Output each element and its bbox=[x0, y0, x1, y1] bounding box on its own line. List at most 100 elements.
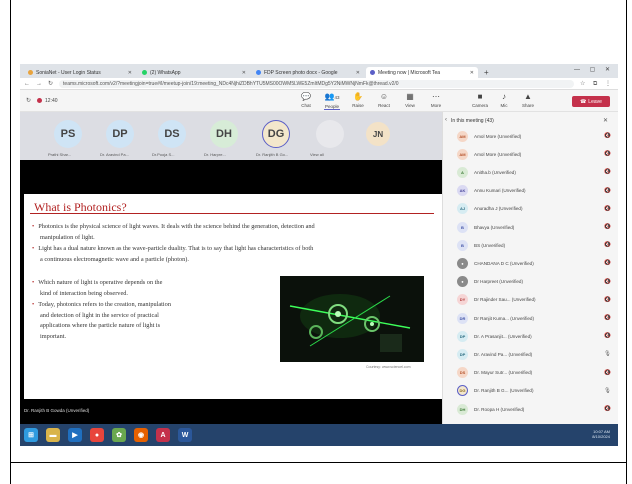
mic-muted-icon[interactable]: 🔇 bbox=[604, 206, 611, 212]
close-icon[interactable]: ✕ bbox=[603, 117, 608, 124]
participant-avatar[interactable]: DG bbox=[262, 120, 290, 148]
start-icon[interactable]: ⊞ bbox=[24, 428, 38, 442]
extension-icons[interactable]: ☆ ⧉ ⋮ bbox=[580, 80, 614, 88]
browser-tab-bar: SoniaNet - User Login Status ✕ (2) WhatsAp… bbox=[20, 64, 618, 78]
reload-icon[interactable]: ↻ bbox=[48, 80, 53, 87]
settings-icon[interactable]: ✿ bbox=[112, 428, 126, 442]
meeting-timer: 12:40 bbox=[45, 97, 58, 104]
react-button[interactable]: ☺ React bbox=[376, 92, 392, 110]
mic-muted-icon[interactable]: 🔇 bbox=[604, 133, 611, 139]
participant-name: Annu Kumari (Unverified) bbox=[474, 188, 526, 194]
more-button[interactable]: ⋯ More bbox=[428, 92, 444, 110]
browser-tab[interactable]: SoniaNet - User Login Status ✕ bbox=[24, 67, 136, 78]
participant-row[interactable]: AM Amol More (Unverified) 🔇 bbox=[457, 130, 615, 142]
bullet-line: • Photonics is the physical science of li… bbox=[32, 222, 440, 233]
slide-bullet: • Which nature of light is operative depe… bbox=[32, 278, 272, 299]
participant-row[interactable]: B Bhavya (Unverified) 🔇 bbox=[457, 221, 615, 233]
participant-avatar[interactable]: PS bbox=[54, 120, 82, 148]
tab-label: SoniaNet - User Login Status bbox=[36, 69, 101, 76]
avatar-name: Dr.Pooja S... bbox=[152, 152, 175, 157]
participant-row[interactable]: A Anitha.b (Unverified) 🔇 bbox=[457, 166, 615, 178]
participant-avatar[interactable]: DS bbox=[158, 120, 186, 148]
file-explorer-icon[interactable]: ▬ bbox=[46, 428, 60, 442]
chat-button[interactable]: 💬 Chat bbox=[298, 92, 314, 110]
raise-button[interactable]: ✋ Raise bbox=[350, 92, 366, 110]
participant-name: Dr. Aravind Pa... (Unverified) bbox=[474, 351, 533, 357]
participant-row[interactable]: AK Annu Kumari (Unverified) 🔇 bbox=[457, 185, 615, 197]
participant-avatar: DR bbox=[457, 312, 468, 324]
word-icon[interactable]: W bbox=[178, 428, 192, 442]
leave-button[interactable]: ☎ Leave bbox=[572, 96, 610, 107]
participant-row[interactable]: AJ Anuradha J (Unverified) 🔇 bbox=[457, 203, 615, 215]
participant-avatar: A bbox=[457, 166, 468, 178]
participant-row[interactable]: ● Dr Harpreet (Unverified) 🔇 bbox=[457, 276, 615, 288]
forward-icon[interactable]: → bbox=[36, 81, 42, 87]
participant-row[interactable]: DY Dr Rajinder Sau... (Unverified) 🔇 bbox=[457, 294, 615, 306]
share-button[interactable]: ▲ Share bbox=[520, 92, 536, 108]
back-icon[interactable]: ← bbox=[24, 81, 30, 87]
tab-close-icon[interactable]: ✕ bbox=[470, 70, 474, 76]
browser-tab[interactable]: (2) WhatsApp ✕ bbox=[138, 67, 250, 78]
bullet-line: manipulation of light. bbox=[32, 233, 440, 244]
mic-muted-icon[interactable]: 🔇 bbox=[604, 224, 611, 230]
mic-muted-icon[interactable]: 🔇 bbox=[604, 188, 611, 194]
participant-row[interactable]: DS Dr. Mayur Sutr... (Unverified) 🔇 bbox=[457, 367, 615, 379]
mic-muted-icon[interactable]: 🔇 bbox=[604, 333, 611, 339]
tab-favicon-icon bbox=[256, 70, 261, 75]
view-button[interactable]: ▦ View bbox=[402, 92, 418, 110]
mic-icon[interactable]: 🎙 bbox=[604, 388, 611, 394]
avatar-name: View all bbox=[310, 152, 324, 157]
mic-muted-icon[interactable]: 🔇 bbox=[604, 242, 611, 248]
people-button[interactable]: 👥43 People bbox=[324, 92, 340, 110]
media-player-icon[interactable]: ▶ bbox=[68, 428, 82, 442]
camera-button[interactable]: ■ Camera bbox=[472, 92, 488, 108]
browser-tab[interactable]: FDP Screen photo docx - Google ✕ bbox=[252, 67, 364, 78]
participant-row[interactable]: ● CHANDANA D C (Unverified) 🔇 bbox=[457, 257, 615, 269]
tab-close-icon[interactable]: ✕ bbox=[356, 70, 360, 76]
people-count-badge: 43 bbox=[334, 95, 340, 100]
tab-label: FDP Screen photo docx - Google bbox=[264, 69, 338, 76]
participant-row[interactable]: DH Dr. Roopa H (Unverified) 🔇 bbox=[457, 403, 615, 415]
window-controls[interactable]: — ▢ ✕ bbox=[574, 66, 614, 73]
bullet-text: applications where the particle nature o… bbox=[40, 322, 161, 329]
mic-muted-icon[interactable]: 🔇 bbox=[604, 315, 611, 321]
mic-muted-icon[interactable]: 🔇 bbox=[604, 260, 611, 266]
panel-back-icon[interactable]: ‹ bbox=[445, 117, 447, 123]
participant-row[interactable]: AM Amol More (Unverified) 🔇 bbox=[457, 148, 615, 160]
participant-avatar[interactable] bbox=[316, 120, 344, 148]
tab-close-icon[interactable]: ✕ bbox=[242, 70, 246, 76]
bullet-marker: • bbox=[32, 301, 35, 308]
mic-muted-icon[interactable]: 🔇 bbox=[604, 406, 611, 412]
refresh-icon[interactable]: ↻ bbox=[26, 97, 31, 104]
new-tab-button[interactable]: + bbox=[484, 67, 489, 78]
participant-name: Bhavya (Unverified) bbox=[474, 224, 515, 230]
raise-hand-icon: ✋ bbox=[353, 92, 363, 101]
mic-muted-icon[interactable]: 🔇 bbox=[604, 151, 611, 157]
mic-button[interactable]: ♪ Mic bbox=[496, 92, 512, 108]
table-border-right bbox=[626, 0, 627, 484]
bullet-line: • Which nature of light is operative depe… bbox=[32, 278, 272, 289]
mic-muted-icon[interactable]: 🔇 bbox=[604, 169, 611, 175]
chrome-icon[interactable]: ● bbox=[90, 428, 104, 442]
bullet-line: applications where the particle nature o… bbox=[32, 321, 272, 332]
bullet-text: kind of interaction being observed. bbox=[40, 289, 128, 297]
mic-muted-icon[interactable]: 🔇 bbox=[604, 279, 611, 285]
participant-avatar[interactable]: DH bbox=[210, 120, 238, 148]
participant-avatar[interactable]: DP bbox=[106, 120, 134, 148]
slide-title-underline bbox=[30, 213, 434, 214]
participant-row[interactable]: B BS (Unverified) 🔇 bbox=[457, 239, 615, 251]
mic-muted-icon[interactable]: 🔇 bbox=[604, 297, 611, 303]
mic-muted-icon[interactable]: 🔇 bbox=[604, 370, 611, 376]
participant-row[interactable]: DP Dr. Aravind Pa... (Unverified) 🎙 bbox=[457, 348, 615, 360]
bullet-line: • Light has a dual nature known as the wa… bbox=[32, 244, 440, 255]
tab-close-icon[interactable]: ✕ bbox=[128, 70, 132, 76]
participant-row[interactable]: DG Dr. Ranjith B G... (Unverified) 🎙 bbox=[457, 385, 615, 397]
presenter-avatar[interactable]: JN bbox=[366, 122, 390, 146]
pdf-icon[interactable]: A bbox=[156, 428, 170, 442]
mic-icon[interactable]: 🎙 bbox=[604, 351, 611, 357]
participant-row[interactable]: DP Dr. A Prasanjit... (Unverified) 🔇 bbox=[457, 330, 615, 342]
browser-tab[interactable]: Meeting now | Microsoft Tea ✕ bbox=[366, 67, 478, 78]
url-field[interactable]: teams.microsoft.com/v2/?meetingjoin=true… bbox=[59, 79, 574, 88]
firefox-icon[interactable]: ◉ bbox=[134, 428, 148, 442]
participant-row[interactable]: DR Dr Ranjit Kuma... (Unverified) 🔇 bbox=[457, 312, 615, 324]
